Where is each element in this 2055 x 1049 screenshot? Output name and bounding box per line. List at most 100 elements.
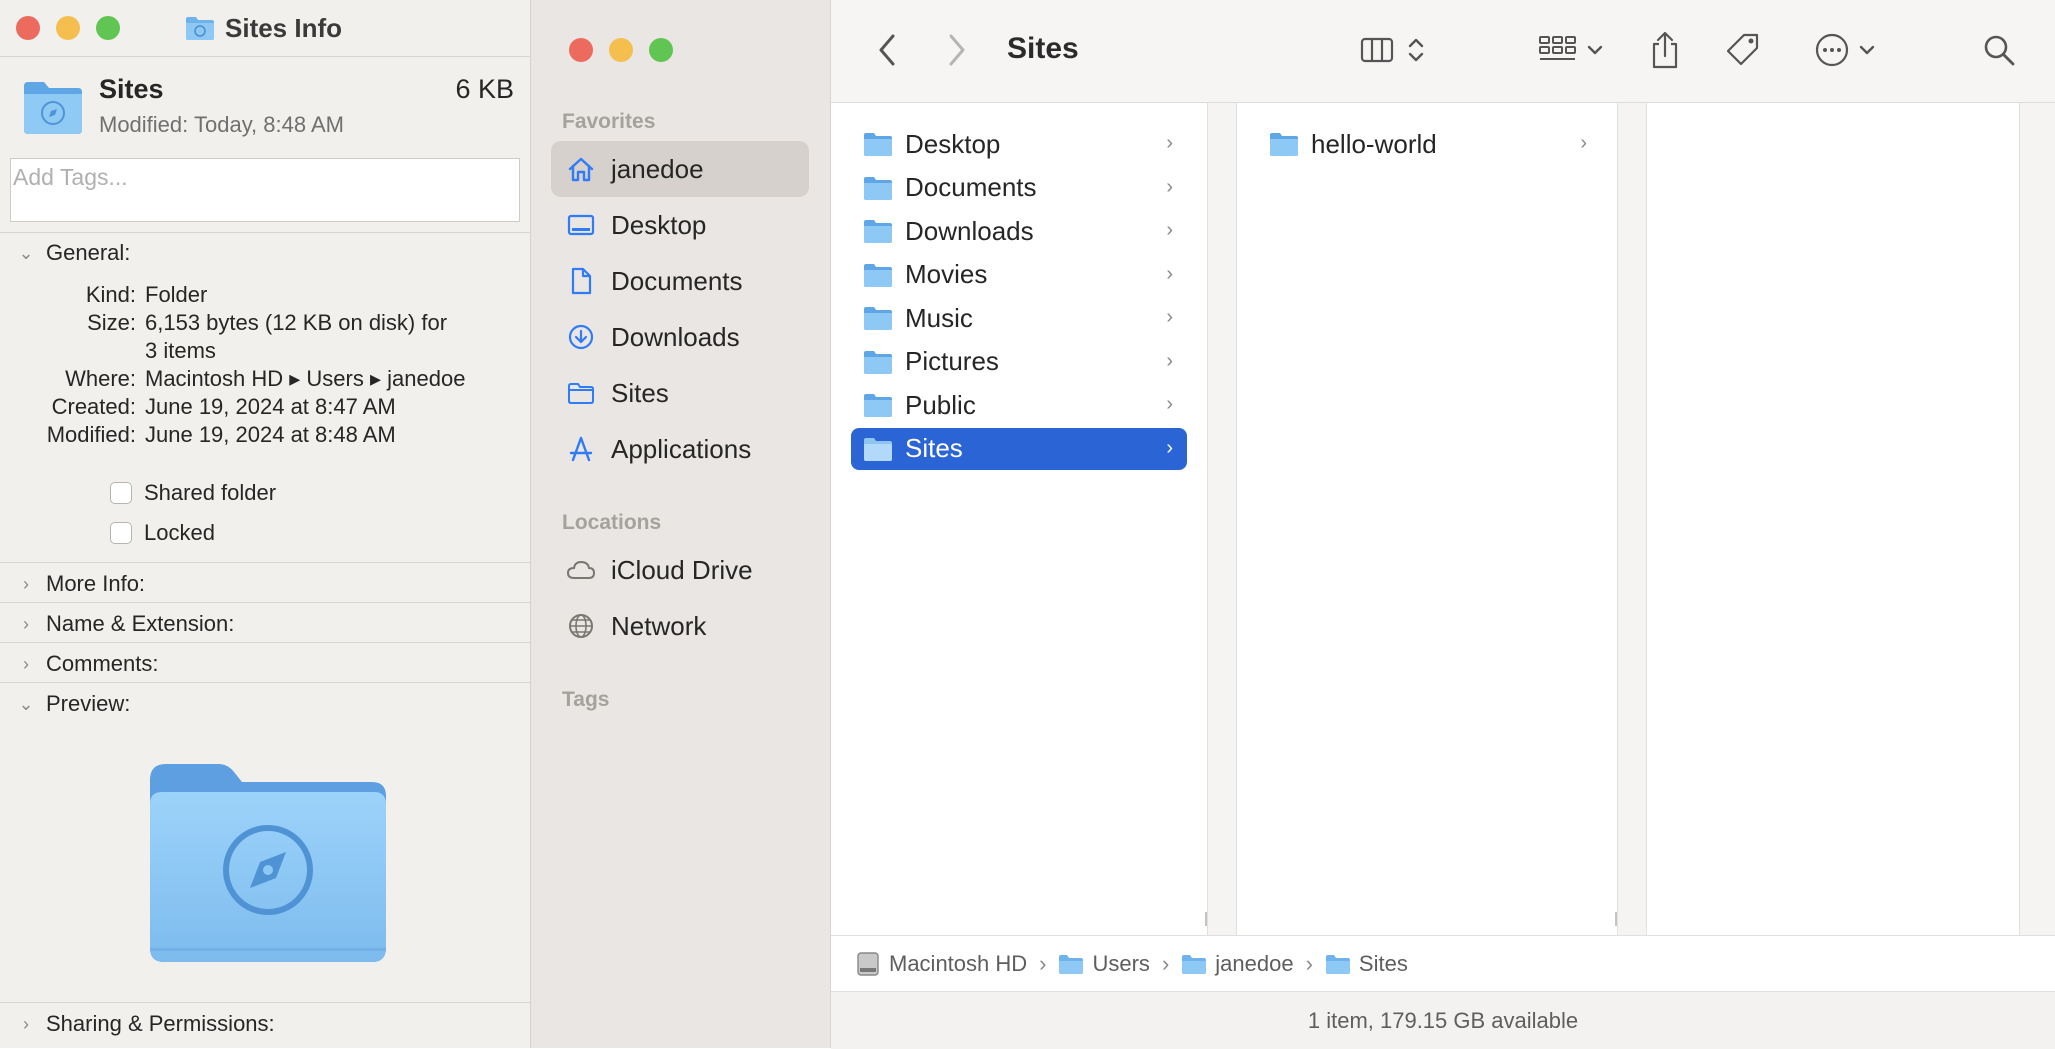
- search-button[interactable]: [1977, 28, 2021, 72]
- chevron-right-icon: ›: [1166, 219, 1173, 241]
- home-folder-icon: [1182, 954, 1207, 974]
- tag-button[interactable]: [1721, 28, 1765, 72]
- list-item-label: Music: [905, 302, 973, 333]
- sidebar-item-documents[interactable]: Documents: [551, 253, 809, 309]
- section-name-extension-label: Name & Extension:: [46, 611, 235, 636]
- cloud-icon: [565, 554, 597, 586]
- list-item-hello-world[interactable]: hello-world ›: [1257, 123, 1601, 165]
- list-item-desktop[interactable]: Desktop ›: [851, 123, 1187, 165]
- path-item[interactable]: Users: [1092, 951, 1149, 977]
- section-name-extension[interactable]: › Name & Extension:: [18, 611, 234, 637]
- zoom-button[interactable]: [649, 38, 673, 62]
- list-item-label: hello-world: [1311, 128, 1437, 159]
- summary-name: Sites: [99, 74, 164, 104]
- back-button[interactable]: [869, 30, 905, 70]
- list-item-label: Documents: [905, 172, 1037, 202]
- sidebar-item-janedoe[interactable]: janedoe: [551, 141, 809, 197]
- sidebar-item-network[interactable]: Network: [551, 598, 809, 654]
- tag-icon: [1726, 33, 1759, 66]
- list-item-movies[interactable]: Movies ›: [851, 254, 1187, 296]
- minimize-button[interactable]: [609, 38, 633, 62]
- chevron-right-icon: ›: [23, 1013, 29, 1034]
- checkbox-box[interactable]: [110, 482, 132, 504]
- folder-preview-image: [150, 764, 386, 962]
- sidebar-item-label: iCloud Drive: [611, 554, 753, 585]
- list-item-downloads[interactable]: Downloads ›: [851, 210, 1187, 252]
- checkbox-box[interactable]: [110, 522, 132, 544]
- action-menu-button[interactable]: [1805, 28, 1885, 72]
- folder-icon: [863, 175, 893, 201]
- download-icon: [565, 321, 597, 353]
- section-more-info-label: More Info:: [46, 571, 146, 596]
- column-2[interactable]: hello-world ›: [1237, 103, 1623, 935]
- summary-size: 6 KB: [455, 74, 514, 104]
- toolbar-title: Sites: [1007, 32, 1079, 65]
- sidebar-item-label: Sites: [611, 377, 669, 408]
- list-item-label: Downloads: [905, 215, 1034, 246]
- list-item-pictures[interactable]: Pictures ›: [851, 341, 1187, 383]
- tags-input[interactable]: Add Tags...: [10, 158, 520, 222]
- sidebar-item-sites[interactable]: Sites: [551, 365, 809, 421]
- section-comments[interactable]: › Comments:: [18, 651, 158, 677]
- favorites-header: Favorites: [562, 110, 656, 133]
- share-button[interactable]: [1643, 26, 1687, 74]
- chevron-right-icon: [949, 34, 965, 66]
- folder-icon: [1059, 954, 1084, 974]
- status-bar: 1 item, 179.15 GB available: [831, 991, 2055, 1049]
- list-item-label: Pictures: [905, 346, 999, 376]
- shared-folder-checkbox[interactable]: Shared folder: [110, 480, 276, 506]
- house-icon: [565, 153, 597, 185]
- kind-label: Kind:: [85, 282, 136, 307]
- column-3[interactable]: [1647, 103, 2020, 935]
- path-separator-icon: ›: [1039, 950, 1047, 976]
- list-item-sites[interactable]: Sites ›: [851, 427, 1187, 470]
- modified-label: Modified:: [46, 422, 136, 447]
- chevron-right-icon: ›: [1580, 132, 1587, 154]
- chevron-right-icon: ›: [23, 573, 29, 594]
- group-button[interactable]: [1531, 28, 1611, 72]
- size-value: 6,153 bytes (12 KB on disk) for: [145, 310, 448, 335]
- zoom-button[interactable]: [96, 16, 120, 40]
- section-general-label: General:: [46, 240, 131, 265]
- chevron-right-icon: ›: [23, 613, 29, 634]
- column-1[interactable]: Desktop › Documents › Downloads › Movies › Music…: [831, 103, 1213, 935]
- folder-icon: [863, 218, 893, 244]
- chevron-down-icon: [1587, 45, 1603, 55]
- grid-icon: [1539, 36, 1576, 60]
- section-comments-label: Comments:: [46, 651, 159, 676]
- folder-icon: [863, 436, 893, 462]
- list-item-label: Movies: [905, 259, 988, 289]
- sidebar-item-applications[interactable]: Applications: [551, 421, 809, 477]
- chevron-down-icon: ⌄: [18, 693, 34, 714]
- list-item-label: Public: [905, 389, 976, 420]
- column-scrollbar-gutter: [2020, 103, 2055, 935]
- size-label: Size:: [87, 310, 136, 335]
- forward-button[interactable]: [939, 30, 975, 70]
- section-general[interactable]: ⌄ General:: [18, 240, 130, 266]
- folder-icon: [863, 349, 893, 375]
- sidebar-item-desktop[interactable]: Desktop: [551, 197, 809, 253]
- sites-folder-icon: [1325, 954, 1350, 974]
- section-sharing-permissions[interactable]: › Sharing & Permissions:: [18, 1011, 275, 1037]
- close-button[interactable]: [16, 16, 40, 40]
- locations-header: Locations: [562, 511, 662, 534]
- close-button[interactable]: [569, 38, 593, 62]
- list-item-documents[interactable]: Documents ›: [851, 167, 1187, 209]
- path-item[interactable]: janedoe: [1215, 951, 1293, 977]
- section-more-info[interactable]: › More Info:: [18, 571, 145, 597]
- chevron-right-icon: ›: [1166, 436, 1173, 459]
- locked-checkbox[interactable]: Locked: [110, 520, 215, 546]
- section-preview[interactable]: ⌄ Preview:: [18, 691, 130, 717]
- where-label: Where:: [65, 366, 136, 391]
- path-item[interactable]: Sites: [1359, 951, 1408, 977]
- list-item-music[interactable]: Music ›: [851, 297, 1187, 339]
- folder-icon: [1269, 131, 1299, 157]
- view-mode-button[interactable]: [1353, 28, 1433, 72]
- path-item[interactable]: Macintosh HD: [889, 951, 1027, 977]
- more-icon: [1815, 33, 1849, 67]
- modified-value: June 19, 2024 at 8:48 AM: [145, 422, 396, 447]
- sidebar-item-icloud-drive[interactable]: iCloud Drive: [551, 542, 809, 598]
- sidebar-item-downloads[interactable]: Downloads: [551, 309, 809, 365]
- list-item-public[interactable]: Public ›: [851, 384, 1187, 426]
- minimize-button[interactable]: [56, 16, 80, 40]
